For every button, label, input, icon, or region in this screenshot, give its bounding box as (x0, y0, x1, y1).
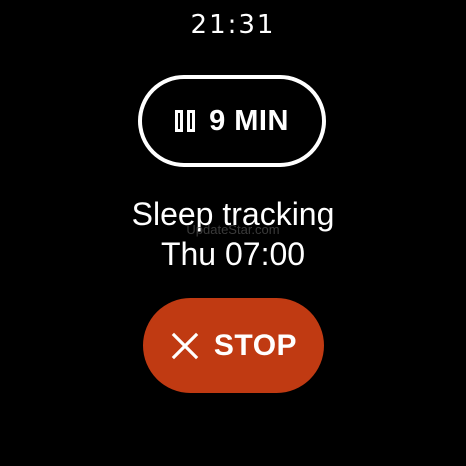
pause-icon (175, 110, 196, 132)
alarm-time: Thu 07:00 (160, 236, 306, 272)
status-time: 21:31 (190, 10, 276, 40)
watch-screen: 21:31 9 MIN Sleep tracking UpdateStar.co… (0, 0, 466, 466)
stop-button[interactable]: STOP (143, 298, 324, 393)
snooze-label: 9 MIN (209, 104, 289, 137)
snooze-button[interactable]: 9 MIN (138, 75, 326, 167)
close-icon (171, 332, 199, 359)
stop-label: STOP (213, 328, 298, 362)
